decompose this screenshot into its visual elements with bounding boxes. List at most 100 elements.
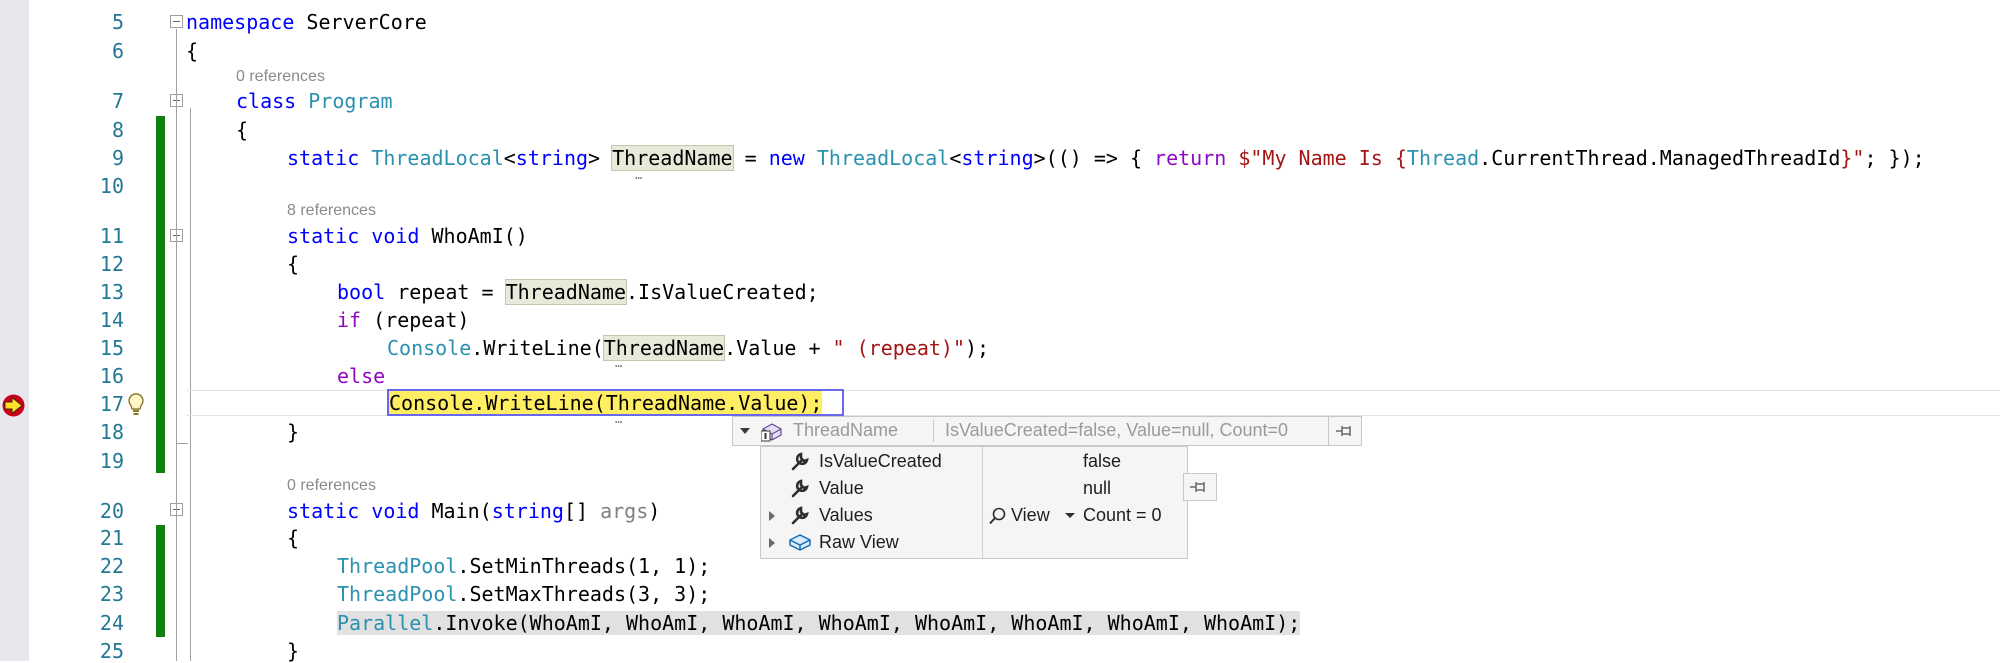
punct: >(() => { — [1033, 146, 1155, 170]
property-name: Values — [819, 505, 873, 525]
expand-icon[interactable] — [769, 511, 775, 521]
current-statement-arrow-icon[interactable] — [1, 393, 26, 418]
codelens-references[interactable]: 0 references — [287, 477, 376, 495]
type-name: ThreadPool — [337, 554, 458, 578]
identifier: .SetMaxThreads(3, 3); — [457, 582, 711, 606]
line-number: 21 — [99, 526, 124, 550]
code-line-5[interactable]: namespace ServerCore — [186, 11, 427, 33]
keyword: static — [287, 146, 372, 170]
keyword: string — [515, 146, 589, 170]
keyword: bool — [337, 280, 386, 304]
raw-view-icon — [789, 534, 811, 551]
punct: < — [503, 146, 516, 170]
punct: = — [732, 146, 769, 170]
pin-icon[interactable] — [1336, 423, 1356, 439]
code-line-18[interactable]: } — [287, 421, 299, 443]
wrench-icon — [791, 452, 809, 471]
identifier: .IsValueCreated; — [626, 280, 819, 304]
line-number: 16 — [99, 364, 124, 388]
property-name: Raw View — [819, 532, 899, 552]
collapse-namespace-icon[interactable] — [170, 15, 183, 28]
codelens-references[interactable]: 0 references — [236, 68, 325, 86]
lightbulb-icon[interactable] — [126, 392, 146, 418]
line-number: 6 — [111, 39, 124, 63]
codelens-references[interactable]: 8 references — [287, 202, 376, 220]
punct: [] — [563, 499, 601, 523]
code-line-22[interactable]: ThreadPool.SetMinThreads(1, 1); — [337, 555, 710, 577]
type-name: ThreadPool — [337, 582, 458, 606]
datatip-row[interactable]: Value null — [761, 475, 1187, 501]
string-literal: }" — [1840, 146, 1865, 170]
line-number: 23 — [99, 582, 124, 606]
identifier: Main( — [419, 499, 492, 523]
line-number: 20 — [99, 499, 124, 523]
code-line-12[interactable]: { — [287, 253, 299, 275]
code-line-24[interactable]: Parallel.Invoke(WhoAmI, WhoAmI, WhoAmI, … — [337, 611, 1301, 635]
code-line-25[interactable]: } — [287, 640, 299, 662]
identifier: .Invoke(WhoAmI, WhoAmI, WhoAmI, WhoAmI, … — [433, 611, 1301, 635]
punct — [1226, 146, 1238, 170]
property-name: Value — [819, 478, 864, 498]
code-line-16[interactable]: else — [337, 365, 385, 387]
code-line-23[interactable]: ThreadPool.SetMaxThreads(3, 3); — [337, 583, 710, 605]
suggestion-dots: … — [635, 168, 644, 182]
code-line-6[interactable]: { — [186, 40, 198, 62]
datatip-header[interactable]: ThreadName IsValueCreated=false, Value=n… — [732, 416, 1362, 446]
change-bar — [156, 116, 165, 473]
keyword: string — [491, 499, 564, 523]
control-keyword: return — [1154, 146, 1227, 170]
unused-parameter: args — [600, 499, 649, 523]
code-line-8[interactable]: { — [236, 119, 248, 141]
code-line-7[interactable]: class Program — [236, 90, 393, 112]
property-value[interactable]: null — [1083, 478, 1111, 499]
identifier: .WriteLine( — [471, 336, 604, 360]
datatip-name: ThreadName — [793, 420, 899, 440]
field-icon — [761, 423, 782, 442]
field-name-highlight: ThreadName — [504, 279, 628, 305]
property-value[interactable]: false — [1083, 451, 1121, 472]
property-name: IsValueCreated — [819, 451, 942, 471]
datatip-row[interactable]: Values View Count = 0 — [761, 502, 1187, 528]
line-number: 10 — [99, 174, 124, 198]
view-label: View — [1011, 505, 1050, 525]
change-bar — [156, 525, 165, 637]
code-line-20[interactable]: static void Main(string[] args) — [287, 500, 660, 522]
line-number: 14 — [99, 308, 124, 332]
collapse-icon[interactable] — [740, 428, 750, 434]
line-number: 17 — [99, 392, 124, 416]
property-value[interactable]: Count = 0 — [1083, 505, 1162, 526]
line-number: 19 — [99, 449, 124, 473]
identifier: ServerCore — [294, 10, 427, 34]
outline-guide — [176, 29, 177, 661]
indicator-margin[interactable] — [0, 0, 29, 661]
line-number: 5 — [111, 10, 124, 34]
outline-guide — [190, 517, 191, 661]
datatip-row[interactable]: IsValueCreated false — [761, 448, 1187, 474]
view-visualizer-button[interactable]: View — [983, 502, 1079, 528]
datatip-row[interactable]: Raw View — [761, 529, 1187, 555]
wrench-icon — [791, 506, 809, 525]
field-name-highlight: ThreadName — [611, 145, 734, 171]
line-number: 15 — [99, 336, 124, 360]
keyword: static void — [287, 499, 420, 523]
expand-icon[interactable] — [769, 538, 775, 548]
code-line-9[interactable]: static ThreadLocal<string> ThreadName = … — [287, 145, 1925, 171]
line-number: 22 — [99, 554, 124, 578]
magnifier-icon — [989, 507, 1006, 525]
line-number: 7 — [111, 89, 124, 113]
keyword: namespace — [186, 10, 295, 34]
code-line-11[interactable]: static void WhoAmI() — [287, 225, 528, 247]
code-line-13[interactable]: bool repeat = ThreadName.IsValueCreated; — [337, 279, 819, 305]
pin-value-button[interactable] — [1183, 473, 1217, 501]
identifier: WhoAmI() — [419, 224, 528, 248]
identifier: (repeat) — [361, 308, 470, 332]
string-literal: $"My Name Is { — [1238, 146, 1407, 170]
datatip-value: IsValueCreated=false, Value=null, Count=… — [945, 420, 1289, 440]
code-line-21[interactable]: { — [287, 527, 299, 549]
code-line-15[interactable]: Console.WriteLine(ThreadName.Value + " (… — [387, 335, 989, 361]
identifier: .SetMinThreads(1, 1); — [457, 554, 711, 578]
code-line-14[interactable]: if (repeat) — [337, 309, 469, 331]
identifier: repeat = — [385, 280, 506, 304]
line-number: 12 — [99, 252, 124, 276]
punct: < — [949, 146, 962, 170]
